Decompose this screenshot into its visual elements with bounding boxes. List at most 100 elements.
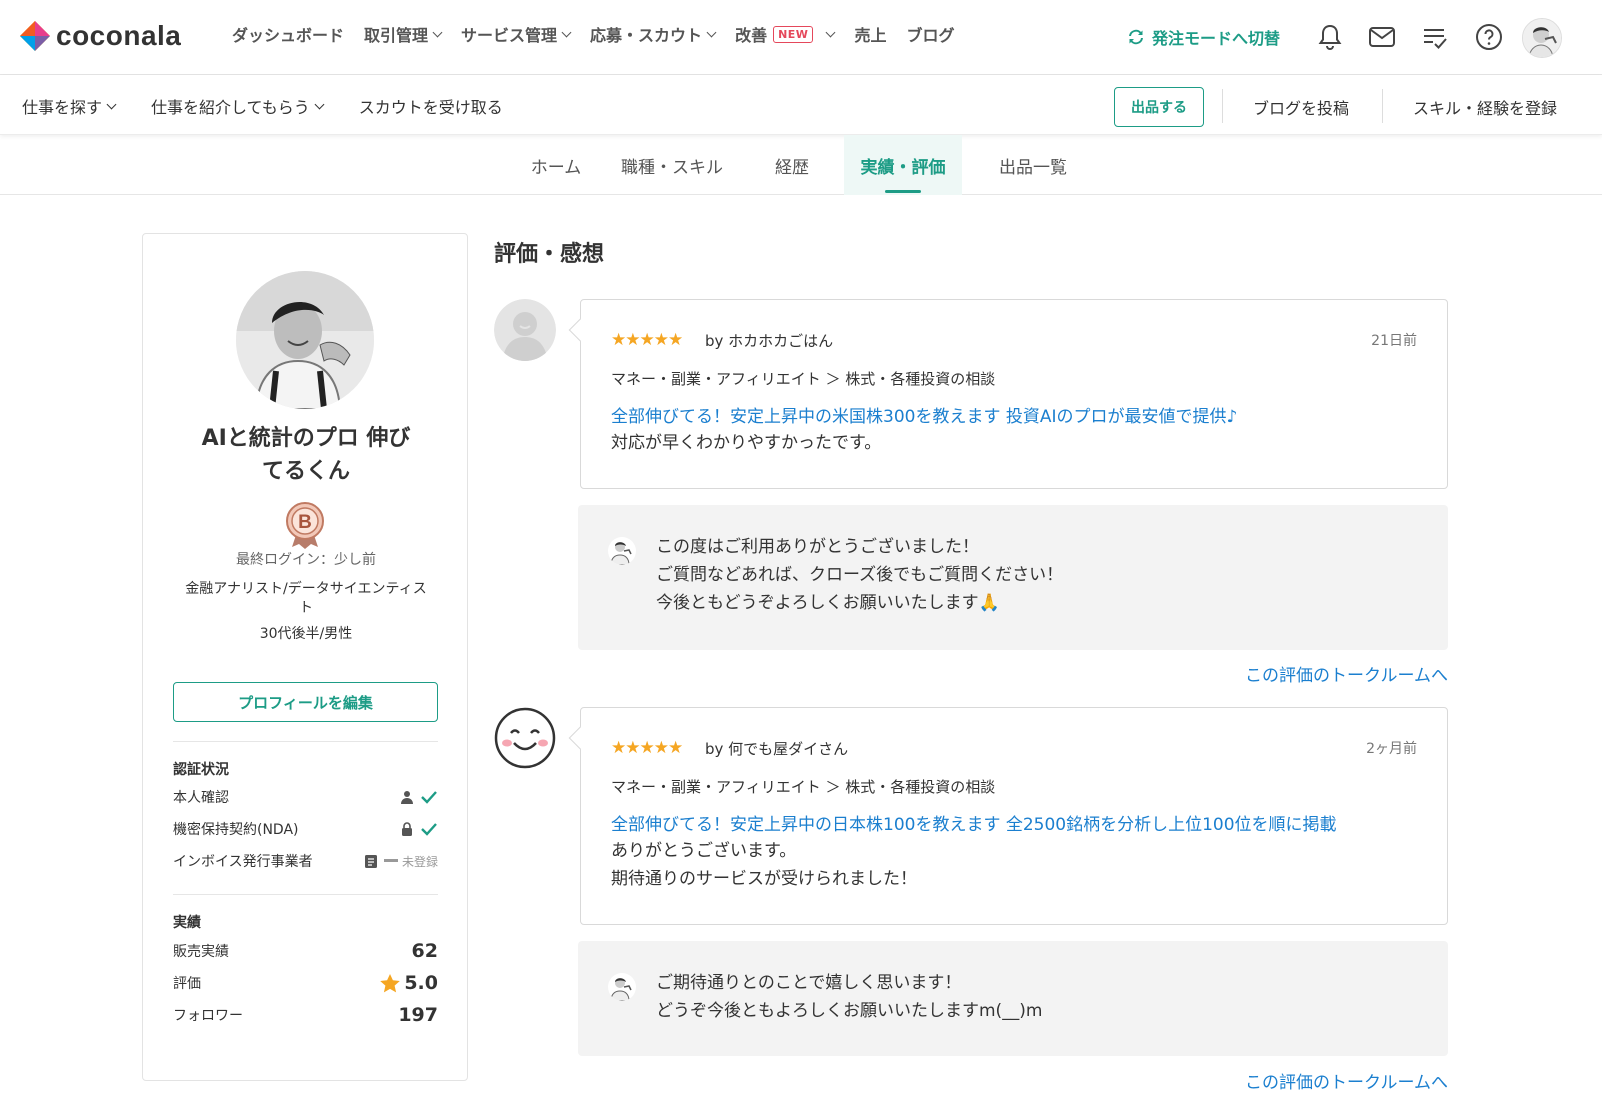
chevron-down-icon	[314, 99, 325, 109]
last-login: 最終ログイン：少し前	[236, 552, 376, 568]
top-header: coconala ダッシュボード 取引管理 サービス管理 応募・スカウト 改善 N…	[0, 0, 1602, 75]
edit-profile-button[interactable]: プロフィールを編集	[173, 682, 438, 722]
nav-dashboard[interactable]: ダッシュボード	[232, 22, 344, 46]
review-text: ありがとうございます。 期待通りのサービスが受けられました！	[611, 837, 917, 893]
tab-listings[interactable]: 出品一覧	[980, 135, 1086, 195]
age-gender: 30代後半/男性	[259, 626, 353, 642]
tab-skills[interactable]: 職種・スキル	[612, 135, 732, 195]
receive-scout-link[interactable]: スカウトを受け取る	[359, 94, 503, 118]
review-category: マネー・副業・アフィリエイト ＞ 株式・各種投資の相談	[611, 370, 996, 388]
sync-icon	[1129, 29, 1143, 45]
nav-improvement[interactable]: 改善 NEW	[735, 22, 836, 46]
stats-title: 実績	[173, 915, 201, 931]
receive-scout-label: スカウトを受け取る	[358, 98, 503, 117]
bell-icon[interactable]	[1315, 22, 1345, 52]
profile-name-line: てるくん	[261, 459, 350, 484]
seller-avatar	[608, 973, 636, 1001]
nav-blog[interactable]: ブログ	[906, 22, 954, 46]
checklist-icon[interactable]	[1420, 22, 1450, 52]
seller-reply: ご期待通りとのことで嬉しく思います！ どうぞ今後ともよろしくお願いいたしますm(…	[578, 941, 1448, 1056]
seller-avatar	[608, 537, 636, 565]
user-avatar[interactable]	[1522, 18, 1562, 58]
avatar-portrait-icon	[610, 978, 632, 1001]
nav-label: ダッシュボード	[232, 26, 345, 45]
document-icon	[364, 854, 377, 868]
mail-icon[interactable]	[1367, 22, 1397, 52]
switch-mode-label: 発注モードへ切替	[1152, 29, 1281, 48]
post-blog-link[interactable]: ブログを投稿	[1253, 95, 1349, 119]
job-title: 金融アナリスト/データサイエンティス ト	[171, 580, 441, 618]
reply-line: ご期待通りとのことで嬉しく思います！	[656, 973, 962, 993]
reply-text: この度はご利用ありがとうございました！ ご質問などあれば、クローズ後でもご質問く…	[656, 533, 1063, 617]
invoice-status: 未登録	[401, 854, 438, 869]
person-icon	[401, 791, 413, 804]
nav-label: 応募・スカウト	[590, 26, 703, 45]
stat-label: フォロワー	[173, 1008, 243, 1024]
profile-name-line: AIと統計のプロ 伸び	[201, 426, 411, 451]
follower-count: 197	[398, 1004, 438, 1026]
divider	[1222, 89, 1223, 123]
coconala-logo[interactable]: coconala	[20, 20, 181, 52]
review-category: マネー・副業・アフィリエイト ＞ 株式・各種投資の相談	[611, 778, 996, 796]
tab-career[interactable]: 経歴	[752, 135, 832, 195]
new-badge: NEW	[773, 25, 814, 43]
verification-title: 認証状況	[173, 762, 229, 778]
rank-badge-icon: B	[286, 502, 324, 549]
reply-line: この度はご利用ありがとうございました！	[656, 537, 979, 557]
review-card: ★★★★★ by ホカホカごはん 21日前 マネー・副業・アフィリエイト ＞ 株…	[568, 299, 1448, 489]
nav-apply-scout[interactable]: 応募・スカウト	[590, 22, 717, 46]
stat-label: 販売実績	[173, 944, 229, 960]
review-text-line: ありがとうございます。	[611, 841, 797, 861]
speech-tail	[568, 318, 592, 342]
speech-tail	[568, 726, 592, 750]
tab-results-reviews[interactable]: 実績・評価	[844, 135, 962, 195]
main-nav: ダッシュボード 取引管理 サービス管理 応募・スカウト 改善 NEW 売上 ブログ	[232, 22, 974, 46]
profile-tabs: ホーム 職種・スキル 経歴 実績・評価 出品一覧	[0, 135, 1602, 195]
talkroom-link[interactable]: この評価のトークルームへ	[1245, 1068, 1448, 1093]
job-title-line: ト	[299, 600, 313, 616]
star-rating: ★★★★★	[611, 738, 683, 758]
rank-letter: B	[298, 512, 312, 533]
reply-line: どうぞ今後ともよろしくお願いいたしますm(__)m	[656, 1001, 1043, 1021]
stat-row: 評価 5.0	[173, 972, 438, 994]
nav-transactions[interactable]: 取引管理	[364, 22, 443, 46]
coconala-logo-icon	[20, 21, 50, 51]
service-link[interactable]: 全部伸びてる！安定上昇中の日本株100を教えます 全2500銘柄を分析し上位10…	[611, 810, 1337, 835]
divider	[173, 741, 438, 742]
help-icon[interactable]	[1474, 22, 1504, 52]
verification-row: 本人確認	[173, 786, 438, 808]
talkroom-link[interactable]: この評価のトークルームへ	[1245, 661, 1448, 686]
chevron-down-icon	[561, 27, 572, 37]
star-rating: ★★★★★	[611, 330, 683, 350]
chevron-down-icon	[825, 27, 836, 37]
reviewer-name: by 何でも屋ダイさん	[705, 740, 849, 758]
service-link[interactable]: 全部伸びてる！安定上昇中の米国株300を教えます 投資AIのプロが最安値で提供♪	[611, 402, 1237, 427]
get-introduced-label: 仕事を紹介してもらう	[151, 98, 310, 117]
verification-row: 機密保持契約(NDA)	[173, 818, 438, 840]
find-work-label: 仕事を探す	[22, 98, 103, 117]
verification-label: インボイス発行事業者	[173, 854, 313, 870]
nav-label: 取引管理	[364, 26, 429, 45]
nav-service-management[interactable]: サービス管理	[461, 22, 572, 46]
profile-card: AIと統計のプロ 伸び てるくん B 最終ログイン：少し前 金融アナリスト/デー…	[142, 233, 468, 1081]
review-date: 21日前	[1371, 333, 1417, 349]
stat-row: 販売実績 62	[173, 940, 438, 962]
nav-label: 改善	[735, 26, 768, 45]
secondary-nav: 仕事を探す 仕事を紹介してもらう スカウトを受け取る 出品する ブログを投稿 ス…	[0, 75, 1602, 135]
switch-mode-button[interactable]: 発注モードへ切替	[1126, 25, 1280, 49]
get-introduced-menu[interactable]: 仕事を紹介してもらう	[151, 94, 325, 118]
nav-sales[interactable]: 売上	[854, 22, 886, 46]
find-work-menu[interactable]: 仕事を探す	[22, 94, 117, 118]
register-skill-link[interactable]: スキル・経験を登録	[1413, 95, 1557, 119]
smiley-avatar-icon	[494, 707, 556, 769]
verification-row: インボイス発行事業者 未登録	[173, 850, 438, 872]
nav-label: 売上	[854, 26, 887, 45]
reviewer-name: by ホカホカごはん	[705, 332, 834, 350]
stat-label: 評価	[173, 976, 201, 992]
reply-text: ご期待通りとのことで嬉しく思います！ どうぞ今後ともよろしくお願いいたしますm(…	[656, 969, 1042, 1025]
tab-home[interactable]: ホーム	[506, 135, 606, 195]
post-service-button[interactable]: 出品する	[1114, 87, 1204, 127]
review-date: 2ヶ月前	[1366, 741, 1417, 757]
nav-label: ブログ	[906, 26, 955, 45]
reply-line: 今後ともどうぞよろしくお願いいたします🙏	[656, 593, 1000, 613]
